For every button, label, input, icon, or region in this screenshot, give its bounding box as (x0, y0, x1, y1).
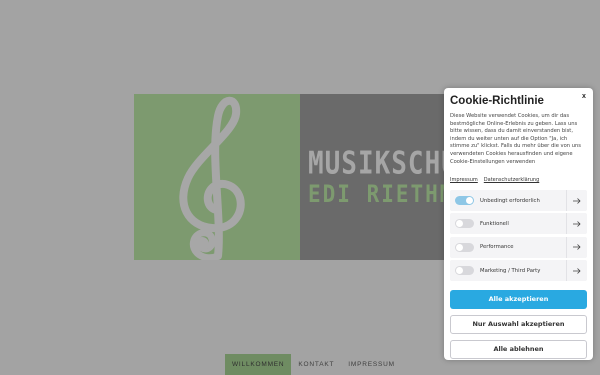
arrow-right-icon[interactable] (566, 213, 587, 235)
arrow-right-icon[interactable] (566, 236, 587, 258)
close-icon[interactable]: x (579, 92, 589, 102)
category-label: Funktionell (480, 220, 509, 227)
cookie-dialog-title: Cookie-Richtlinie (450, 95, 544, 107)
treble-clef-icon (179, 96, 245, 260)
toggle-marketing[interactable] (455, 266, 474, 276)
toggle-knob (456, 267, 463, 275)
accept-all-button[interactable]: Alle akzeptieren (450, 290, 587, 310)
category-label: Unbedingt erforderlich (480, 197, 540, 204)
cookie-links: Impressum Datenschutzerklärung (450, 177, 587, 185)
category-row-functional: Funktionell (450, 213, 587, 235)
category-row-necessary: Unbedingt erforderlich (450, 190, 587, 211)
datenschutz-link[interactable]: Datenschutzerklärung (484, 177, 539, 185)
arrow-right-icon[interactable] (566, 190, 587, 211)
category-label: Performance (480, 244, 514, 251)
nav-item-impressum[interactable]: IMPRESSUM (341, 354, 402, 375)
cookie-dialog: Cookie-Richtlinie x Diese Website verwen… (444, 88, 593, 360)
hero-logo-panel (134, 94, 300, 260)
category-label: Marketing / Third Party (480, 267, 541, 274)
nav-item-willkommen[interactable]: WILLKOMMEN (225, 354, 292, 375)
hero-banner: MUSIKSCHULE EDI RIETHMACHER (134, 94, 479, 260)
impressum-link[interactable]: Impressum (450, 177, 478, 185)
toggle-knob (466, 197, 473, 204)
accept-selection-button[interactable]: Nur Auswahl akzeptieren (450, 315, 587, 335)
main-nav: WILLKOMMEN KONTAKT IMPRESSUM (225, 354, 402, 375)
toggle-knob (456, 220, 463, 228)
toggle-functional[interactable] (455, 219, 474, 229)
cookie-categories: Unbedingt erforderlich Funktionell Perfo… (450, 190, 587, 282)
cookie-description: Diese Website verwendet Cookies, um dir … (450, 113, 581, 165)
category-row-marketing: Marketing / Third Party (450, 260, 587, 282)
toggle-necessary[interactable] (455, 196, 474, 205)
reject-all-button[interactable]: Alle ablehnen (450, 340, 587, 360)
toggle-performance[interactable] (455, 242, 474, 252)
nav-item-kontakt[interactable]: KONTAKT (291, 354, 341, 375)
arrow-right-icon[interactable] (566, 260, 587, 282)
category-row-performance: Performance (450, 236, 587, 258)
toggle-knob (456, 243, 463, 251)
